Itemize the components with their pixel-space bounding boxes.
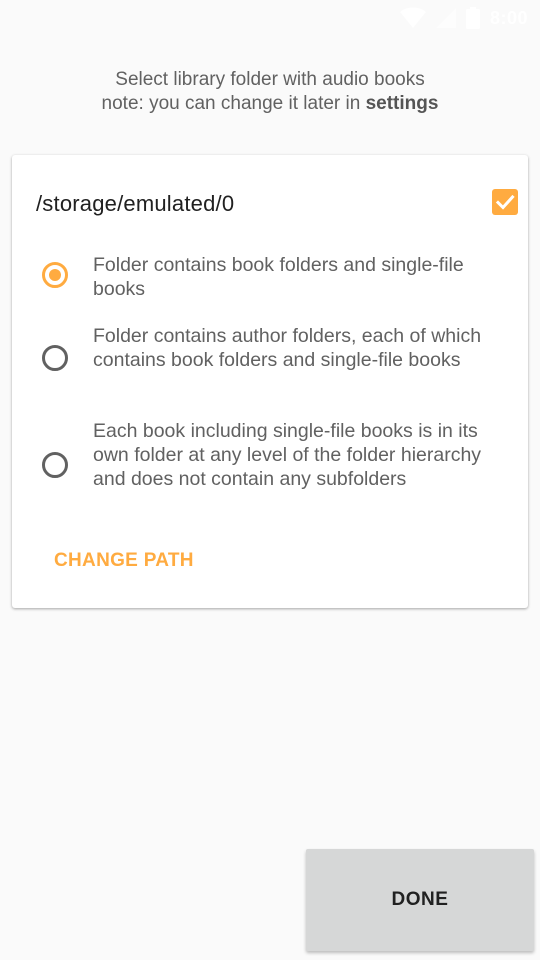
signal-icon [435, 7, 456, 29]
wifi-icon [399, 7, 426, 29]
status-bar: 8:00 [0, 0, 540, 36]
settings-link-text: settings [365, 93, 439, 114]
check-icon [495, 194, 515, 210]
path-checkbox[interactable] [492, 189, 518, 215]
radio-button[interactable] [42, 345, 68, 371]
folder-path: /storage/emulated/0 [36, 191, 235, 216]
done-button[interactable]: DONE [306, 849, 534, 951]
option-book-folders[interactable]: Folder contains book folders and single-… [42, 253, 512, 301]
radio-button[interactable] [42, 452, 68, 478]
option-label: Folder contains book folders and single-… [93, 254, 464, 300]
status-time: 8:00 [489, 7, 528, 28]
header-note: note: you can change it later in setting… [0, 92, 540, 116]
header-note-text: note: you can change it later in [101, 93, 366, 114]
battery-icon [465, 7, 480, 29]
change-path-button[interactable]: CHANGE PATH [54, 550, 194, 572]
option-own-folder[interactable]: Each book including single-file books is… [42, 419, 512, 515]
option-label: Folder contains author folders, each of … [93, 325, 482, 371]
option-label: Each book including single-file books is… [93, 420, 482, 490]
radio-button-selected[interactable] [42, 262, 68, 288]
header-title: Select library folder with audio books [115, 69, 425, 90]
status-icons: 8:00 [399, 6, 528, 30]
path-row: /storage/emulated/0 [36, 187, 518, 219]
option-author-folders[interactable]: Folder contains author folders, each of … [42, 324, 512, 396]
header: Select library folder with audio books n… [0, 68, 540, 116]
library-folder-card: /storage/emulated/0 Folder contains book… [12, 155, 528, 608]
